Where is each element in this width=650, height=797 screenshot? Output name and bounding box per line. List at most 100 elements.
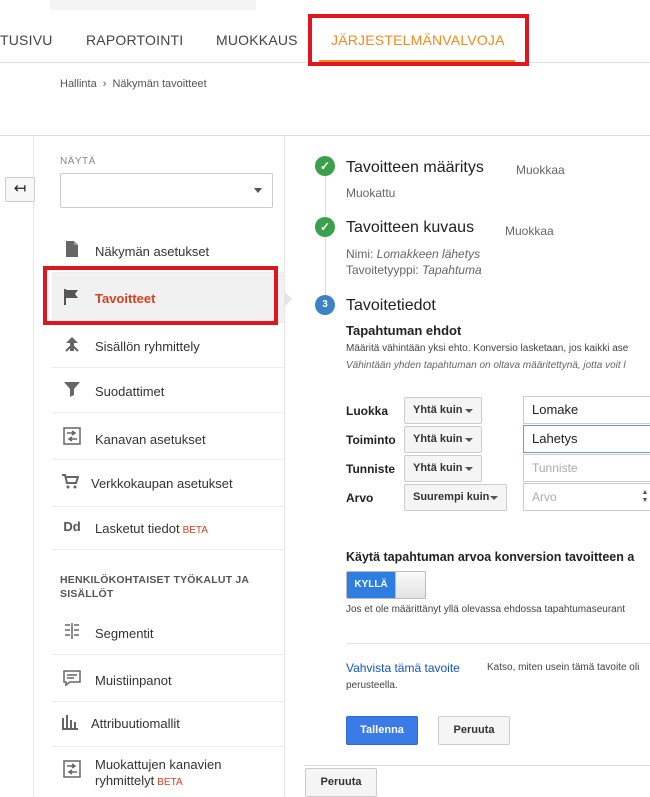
condition-label-action: Toiminto xyxy=(346,433,396,447)
sidebar-item-attribution-models[interactable]: Attribuutiomallit xyxy=(52,702,284,747)
toggle-knob[interactable] xyxy=(395,572,425,598)
tab-etusivu[interactable]: TUSIVU xyxy=(0,32,53,48)
left-rail xyxy=(0,136,34,797)
chevron-down-icon xyxy=(490,496,498,500)
sidebar-item-content-grouping[interactable]: Sisällön ryhmittely xyxy=(52,323,284,368)
event-conditions-desc: Määritä vähintään yksi ehto. Konversio l… xyxy=(346,343,629,354)
dd-icon: Dd xyxy=(63,519,81,534)
beta-badge: BETA xyxy=(182,525,208,536)
event-conditions-note: Vähintään yhden tapahtuman on oltava mää… xyxy=(346,360,626,371)
toggle-on-label: KYLLÄ xyxy=(347,572,395,598)
verify-text: Katso, miten usein tämä tavoite oli xyxy=(487,662,640,673)
condition-label-label: Tunniste xyxy=(346,462,396,476)
view-select[interactable] xyxy=(60,173,273,208)
tab-raportointi[interactable]: RAPORTOINTI xyxy=(86,32,183,48)
annotation-box-admin-tab xyxy=(308,14,529,66)
breadcrumb: Hallinta › Näkymän tavoitteet xyxy=(60,78,207,90)
section-title-personal-tools: HENKILÖKOHTAISET TYÖKALUT JA SISÄLLÖT xyxy=(60,574,249,600)
sidebar-item-label: Näkymän asetukset xyxy=(95,244,210,259)
check-icon: ✓ xyxy=(315,156,335,176)
sidebar-item-segments[interactable]: Segmentit xyxy=(52,610,284,655)
sidebar-item-label: Muokattujen kanavien ryhmittelyt BETA xyxy=(95,757,245,791)
sidebar-item-label: Segmentit xyxy=(95,626,154,641)
top-strip xyxy=(0,0,650,14)
operator-select-action[interactable]: Yhtä kuin xyxy=(404,426,482,453)
category-value-input[interactable]: Lomake xyxy=(523,396,650,424)
channel-icon xyxy=(62,760,82,780)
name-label: Nimi: xyxy=(346,247,374,261)
chevron-down-icon xyxy=(465,467,473,471)
operator-value: Suurempi kuin xyxy=(413,491,490,503)
step3-title: Tavoitetiedot xyxy=(346,297,436,314)
channel-icon xyxy=(62,427,82,447)
use-value-toggle[interactable]: KYLLÄ xyxy=(346,571,426,599)
number-spinner[interactable]: ▲ ▼ xyxy=(640,489,650,507)
divider xyxy=(346,643,650,644)
sidebar-item-filters[interactable]: Suodattimet xyxy=(52,368,284,413)
segments-icon xyxy=(62,622,82,642)
operator-value: Yhtä kuin xyxy=(413,404,463,416)
cancel-button[interactable]: Peruuta xyxy=(438,716,510,745)
breadcrumb-separator: › xyxy=(102,78,107,90)
tab-muokkaus[interactable]: MUOKKAUS xyxy=(216,32,298,48)
sidebar-item-label: Lasketut tiedot BETA xyxy=(95,521,208,536)
collapse-back-button[interactable]: ↤ xyxy=(5,177,35,202)
sidebar-item-calculated-metrics[interactable]: Dd Lasketut tiedot BETA xyxy=(52,505,284,550)
arrow-left-icon: ↤ xyxy=(13,180,27,197)
sidebar-item-label: Kanavan asetukset xyxy=(95,432,206,447)
event-conditions-heading: Tapahtuman ehdot xyxy=(346,323,462,338)
beta-badge: BETA xyxy=(157,777,183,788)
step2-edit-link[interactable]: Muokkaa xyxy=(505,224,554,238)
breadcrumb-current: Näkymän tavoitteet xyxy=(112,78,207,90)
operator-select-label[interactable]: Yhtä kuin xyxy=(404,455,482,482)
verify-goal-link[interactable]: Vahvista tämä tavoite xyxy=(346,661,460,675)
sidebar-item-channel-settings[interactable]: Kanavan asetukset xyxy=(52,415,284,460)
annotation-box-goals xyxy=(43,266,278,325)
filter-icon xyxy=(62,380,82,400)
document-icon xyxy=(62,240,82,260)
chevron-down-icon xyxy=(465,409,473,413)
sidebar-item-custom-channel-groupings[interactable]: Muokattujen kanavien ryhmittelyt BETA xyxy=(52,745,284,797)
operator-select-category[interactable]: Yhtä kuin xyxy=(404,397,482,424)
save-button[interactable]: Tallenna xyxy=(346,716,418,745)
breadcrumb-root[interactable]: Hallinta xyxy=(60,78,97,90)
sidebar-item-label: Attribuutiomallit xyxy=(91,716,180,731)
sidebar-item-annotations[interactable]: Muistiinpanot xyxy=(52,657,284,702)
panel-divider xyxy=(284,136,285,797)
step1-title: Tavoitteen määritys xyxy=(346,159,484,176)
step1-summary: Muokattu xyxy=(346,186,396,200)
chevron-down-icon xyxy=(254,188,262,193)
sidebar-item-label: Muistiinpanot xyxy=(95,673,172,688)
sidebar-item-label: Sisällön ryhmittely xyxy=(95,339,200,354)
step1-edit-link[interactable]: Muokkaa xyxy=(516,163,565,177)
top-strip-blank xyxy=(50,0,256,10)
verify-text-2: perusteella. xyxy=(346,680,398,691)
check-icon: ✓ xyxy=(315,217,335,237)
divider xyxy=(0,135,650,136)
step2-type: Tavoitetyyppi: Tapahtuma xyxy=(346,263,482,277)
type-value: Tapahtuma xyxy=(422,263,482,277)
step2-title: Tavoitteen kuvaus xyxy=(346,219,475,236)
type-label: Tavoitetyyppi: xyxy=(346,263,419,277)
annotations-icon xyxy=(62,669,82,689)
operator-select-value[interactable]: Suurempi kuin xyxy=(404,484,507,511)
condition-label-value: Arvo xyxy=(346,491,374,505)
name-value: Lomakkeen lähetys xyxy=(376,247,481,261)
chevron-down-icon xyxy=(465,438,473,442)
label-value-input[interactable]: Tunniste xyxy=(523,454,650,482)
step-connector xyxy=(325,176,326,306)
sidebar-item-label: Suodattimet xyxy=(95,384,165,399)
operator-value: Yhtä kuin xyxy=(413,433,463,445)
operator-value: Yhtä kuin xyxy=(413,462,463,474)
sidebar-item-label: Verkkokaupan asetukset xyxy=(91,476,233,491)
cart-icon xyxy=(60,472,80,492)
value-value-input[interactable]: Arvo xyxy=(523,483,650,511)
cancel-bottom-button[interactable]: Peruuta xyxy=(305,768,377,797)
action-value-input[interactable]: Lahetys xyxy=(523,425,650,453)
grouping-icon xyxy=(62,335,82,355)
step3-number: 3 xyxy=(315,295,335,315)
use-value-question: Käytä tapahtuman arvoa konversion tavoit… xyxy=(346,550,635,564)
attribution-icon xyxy=(60,712,80,732)
sidebar-item-ecommerce-settings[interactable]: Verkkokaupan asetukset xyxy=(52,462,284,507)
condition-label-category: Luokka xyxy=(346,404,389,418)
